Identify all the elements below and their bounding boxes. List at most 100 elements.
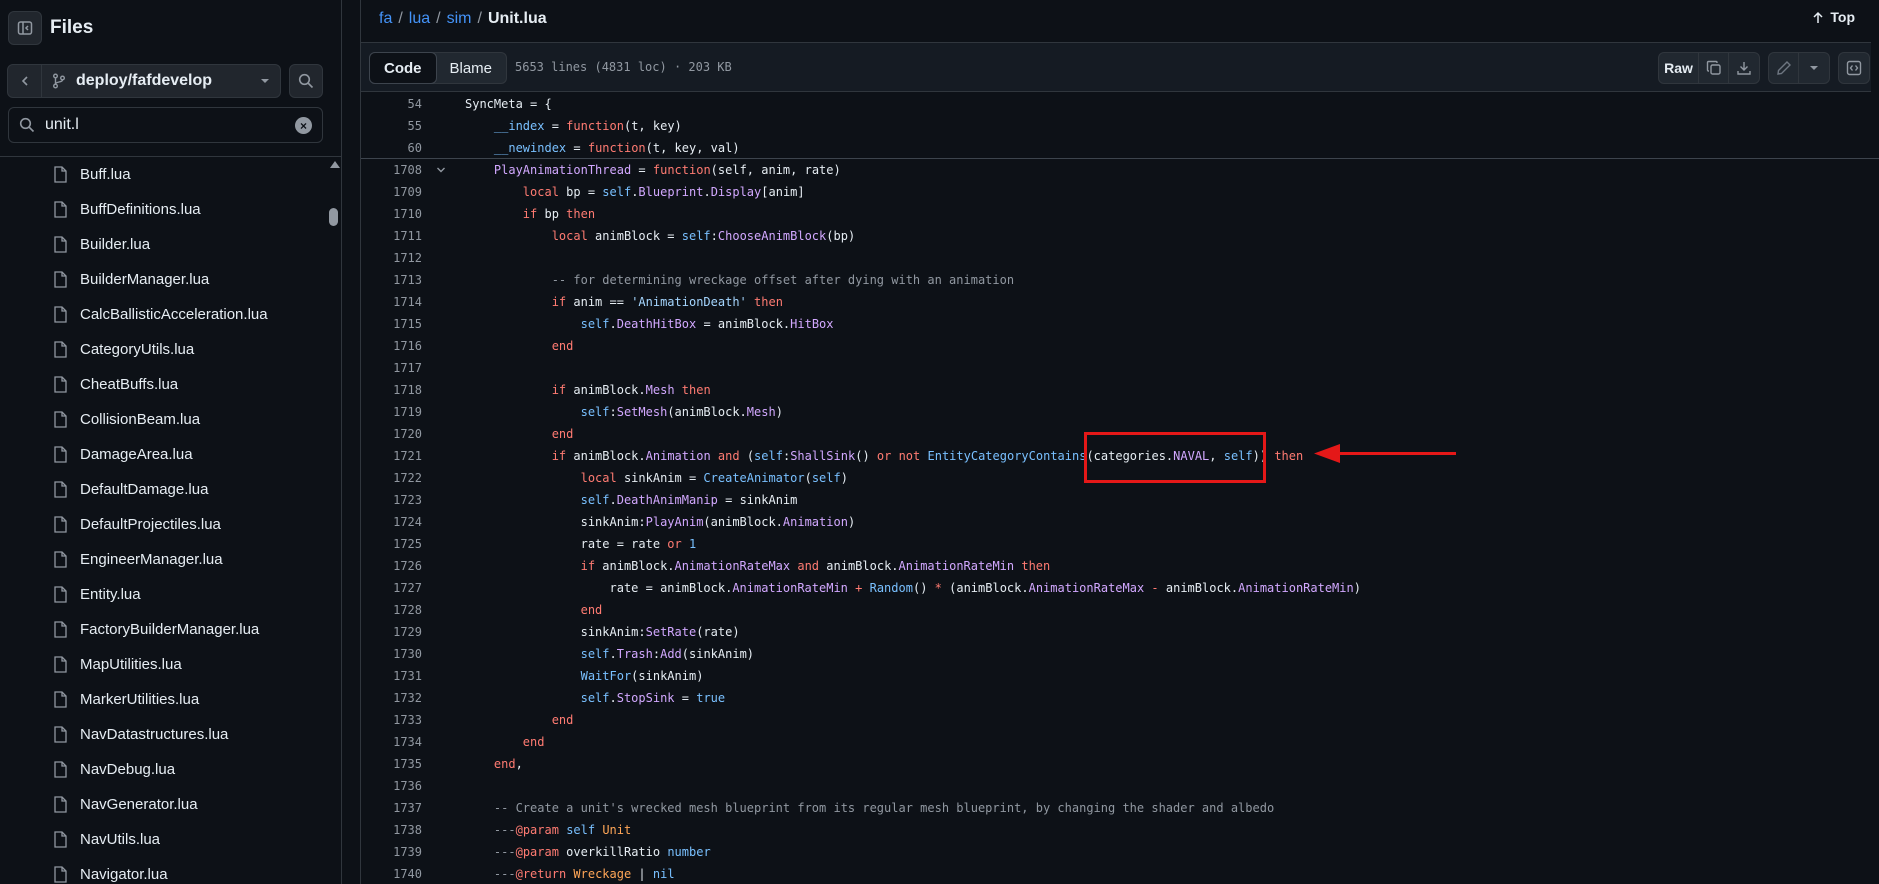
- line-number[interactable]: 1740: [361, 863, 422, 884]
- file-tree-item[interactable]: MapUtilities.lua: [0, 647, 330, 682]
- top-link-label: Top: [1830, 9, 1855, 25]
- symbols-button[interactable]: [1838, 52, 1870, 84]
- file-tree-item[interactable]: CollisionBeam.lua: [0, 402, 330, 437]
- line-number[interactable]: 1736: [361, 775, 422, 797]
- code-line: 1730 self.Trash:Add(sinkAnim): [361, 643, 1879, 665]
- line-number[interactable]: 1708: [361, 159, 422, 181]
- copy-button[interactable]: [1699, 53, 1729, 83]
- code-text: end,: [493, 757, 523, 771]
- code-line: 1716 end: [361, 335, 1879, 357]
- breadcrumb-lua[interactable]: lua: [409, 10, 430, 27]
- line-number[interactable]: 1727: [361, 577, 422, 599]
- code-text: self.DeathAnimManip = sinkAnim: [580, 493, 798, 507]
- branch-selector[interactable]: deploy/fafdevelop: [7, 64, 281, 98]
- code-line: 1732 self.StopSink = true: [361, 687, 1879, 709]
- line-number[interactable]: 1726: [361, 555, 422, 577]
- line-number[interactable]: 1738: [361, 819, 422, 841]
- file-tree-item[interactable]: Navigator.lua: [0, 857, 330, 884]
- back-button[interactable]: [8, 65, 42, 97]
- code-text: rate = animBlock.AnimationRateMin + Rand…: [465, 581, 1361, 595]
- line-number[interactable]: 1720: [361, 423, 422, 445]
- tab-code[interactable]: Code: [369, 52, 437, 84]
- line-number[interactable]: 1724: [361, 511, 422, 533]
- clear-icon[interactable]: ×: [295, 117, 312, 134]
- file-tree-item[interactable]: Entity.lua: [0, 577, 330, 612]
- line-number[interactable]: 1729: [361, 621, 422, 643]
- tab-blame[interactable]: Blame: [436, 53, 507, 83]
- file-tree-item[interactable]: BuilderManager.lua: [0, 262, 330, 297]
- edit-button[interactable]: [1769, 53, 1799, 83]
- line-number[interactable]: 1735: [361, 753, 422, 775]
- line-number[interactable]: 1733: [361, 709, 422, 731]
- file-tree-item-label: BuilderManager.lua: [80, 271, 210, 288]
- file-tree-item[interactable]: DefaultProjectiles.lua: [0, 507, 330, 542]
- branch-label: deploy/fafdevelop: [76, 72, 213, 89]
- code-text: SyncMeta = {: [465, 97, 552, 111]
- file-tree-item[interactable]: NavGenerator.lua: [0, 787, 330, 822]
- line-number[interactable]: 1732: [361, 687, 422, 709]
- line-number[interactable]: 1725: [361, 533, 422, 555]
- file-meta: 5653 lines (4831 loc) · 203 KB: [515, 60, 732, 74]
- scroll-thumb[interactable]: [329, 208, 338, 226]
- file-tree-item[interactable]: NavUtils.lua: [0, 822, 330, 857]
- file-tree-item[interactable]: NavDebug.lua: [0, 752, 330, 787]
- scroll-up-arrow[interactable]: [330, 161, 340, 168]
- breadcrumb-sim[interactable]: sim: [447, 10, 472, 27]
- file-tree-item-label: CheatBuffs.lua: [80, 376, 179, 393]
- file-filter-input[interactable]: [45, 116, 275, 134]
- line-number[interactable]: 1722: [361, 467, 422, 489]
- file-tree-item[interactable]: Buff.lua: [0, 157, 330, 192]
- line-number[interactable]: 54: [361, 93, 422, 115]
- sidebar-scrollbar[interactable]: [327, 157, 341, 884]
- file-tree-item[interactable]: CheatBuffs.lua: [0, 367, 330, 402]
- line-number[interactable]: 1711: [361, 225, 422, 247]
- sidebar-collapse-icon: [17, 21, 33, 35]
- code-lines: 1708 PlayAnimationThread = function(self…: [361, 159, 1879, 884]
- line-number[interactable]: 1719: [361, 401, 422, 423]
- breadcrumb-separator: /: [436, 10, 441, 27]
- file-filter[interactable]: ×: [8, 107, 323, 143]
- file-tree-item[interactable]: BuffDefinitions.lua: [0, 192, 330, 227]
- line-number[interactable]: 1710: [361, 203, 422, 225]
- line-number[interactable]: 1718: [361, 379, 422, 401]
- file-tree-item[interactable]: CategoryUtils.lua: [0, 332, 330, 367]
- line-number[interactable]: 1717: [361, 357, 422, 379]
- file-tree-item[interactable]: CalcBallisticAcceleration.lua: [0, 297, 330, 332]
- code-line: 60 __newindex = function(t, key, val): [361, 137, 1879, 159]
- download-button[interactable]: [1729, 53, 1759, 83]
- line-number[interactable]: 1709: [361, 181, 422, 203]
- line-number[interactable]: 60: [361, 137, 422, 159]
- line-number[interactable]: 1715: [361, 313, 422, 335]
- file-tree-item[interactable]: Builder.lua: [0, 227, 330, 262]
- line-number[interactable]: 1713: [361, 269, 422, 291]
- file-tree-item[interactable]: DamageArea.lua: [0, 437, 330, 472]
- file-tree-item[interactable]: DefaultDamage.lua: [0, 472, 330, 507]
- raw-button[interactable]: Raw: [1659, 53, 1699, 83]
- line-number[interactable]: 1714: [361, 291, 422, 313]
- line-number[interactable]: 1734: [361, 731, 422, 753]
- edit-dropdown[interactable]: [1799, 53, 1829, 83]
- line-number[interactable]: 55: [361, 115, 422, 137]
- file-tree-item[interactable]: MarkerUtilities.lua: [0, 682, 330, 717]
- breadcrumb-fa[interactable]: fa: [379, 10, 392, 27]
- code-text: end: [580, 603, 603, 617]
- line-number[interactable]: 1712: [361, 247, 422, 269]
- code-line: 1718 if animBlock.Mesh then: [361, 379, 1879, 401]
- line-number[interactable]: 1730: [361, 643, 422, 665]
- line-number[interactable]: 1721: [361, 445, 422, 467]
- branch-name[interactable]: deploy/fafdevelop: [42, 72, 250, 90]
- search-button[interactable]: [289, 64, 323, 98]
- line-number[interactable]: 1739: [361, 841, 422, 863]
- line-number[interactable]: 1728: [361, 599, 422, 621]
- code-line: 1708 PlayAnimationThread = function(self…: [361, 159, 1879, 181]
- collapse-sidebar-button[interactable]: [8, 11, 42, 45]
- top-link[interactable]: Top: [1812, 9, 1855, 25]
- line-number[interactable]: 1716: [361, 335, 422, 357]
- file-tree-item[interactable]: EngineerManager.lua: [0, 542, 330, 577]
- line-number[interactable]: 1723: [361, 489, 422, 511]
- line-number[interactable]: 1731: [361, 665, 422, 687]
- branch-dropdown[interactable]: [250, 78, 280, 84]
- file-tree-item[interactable]: NavDatastructures.lua: [0, 717, 330, 752]
- file-tree-item[interactable]: FactoryBuilderManager.lua: [0, 612, 330, 647]
- line-number[interactable]: 1737: [361, 797, 422, 819]
